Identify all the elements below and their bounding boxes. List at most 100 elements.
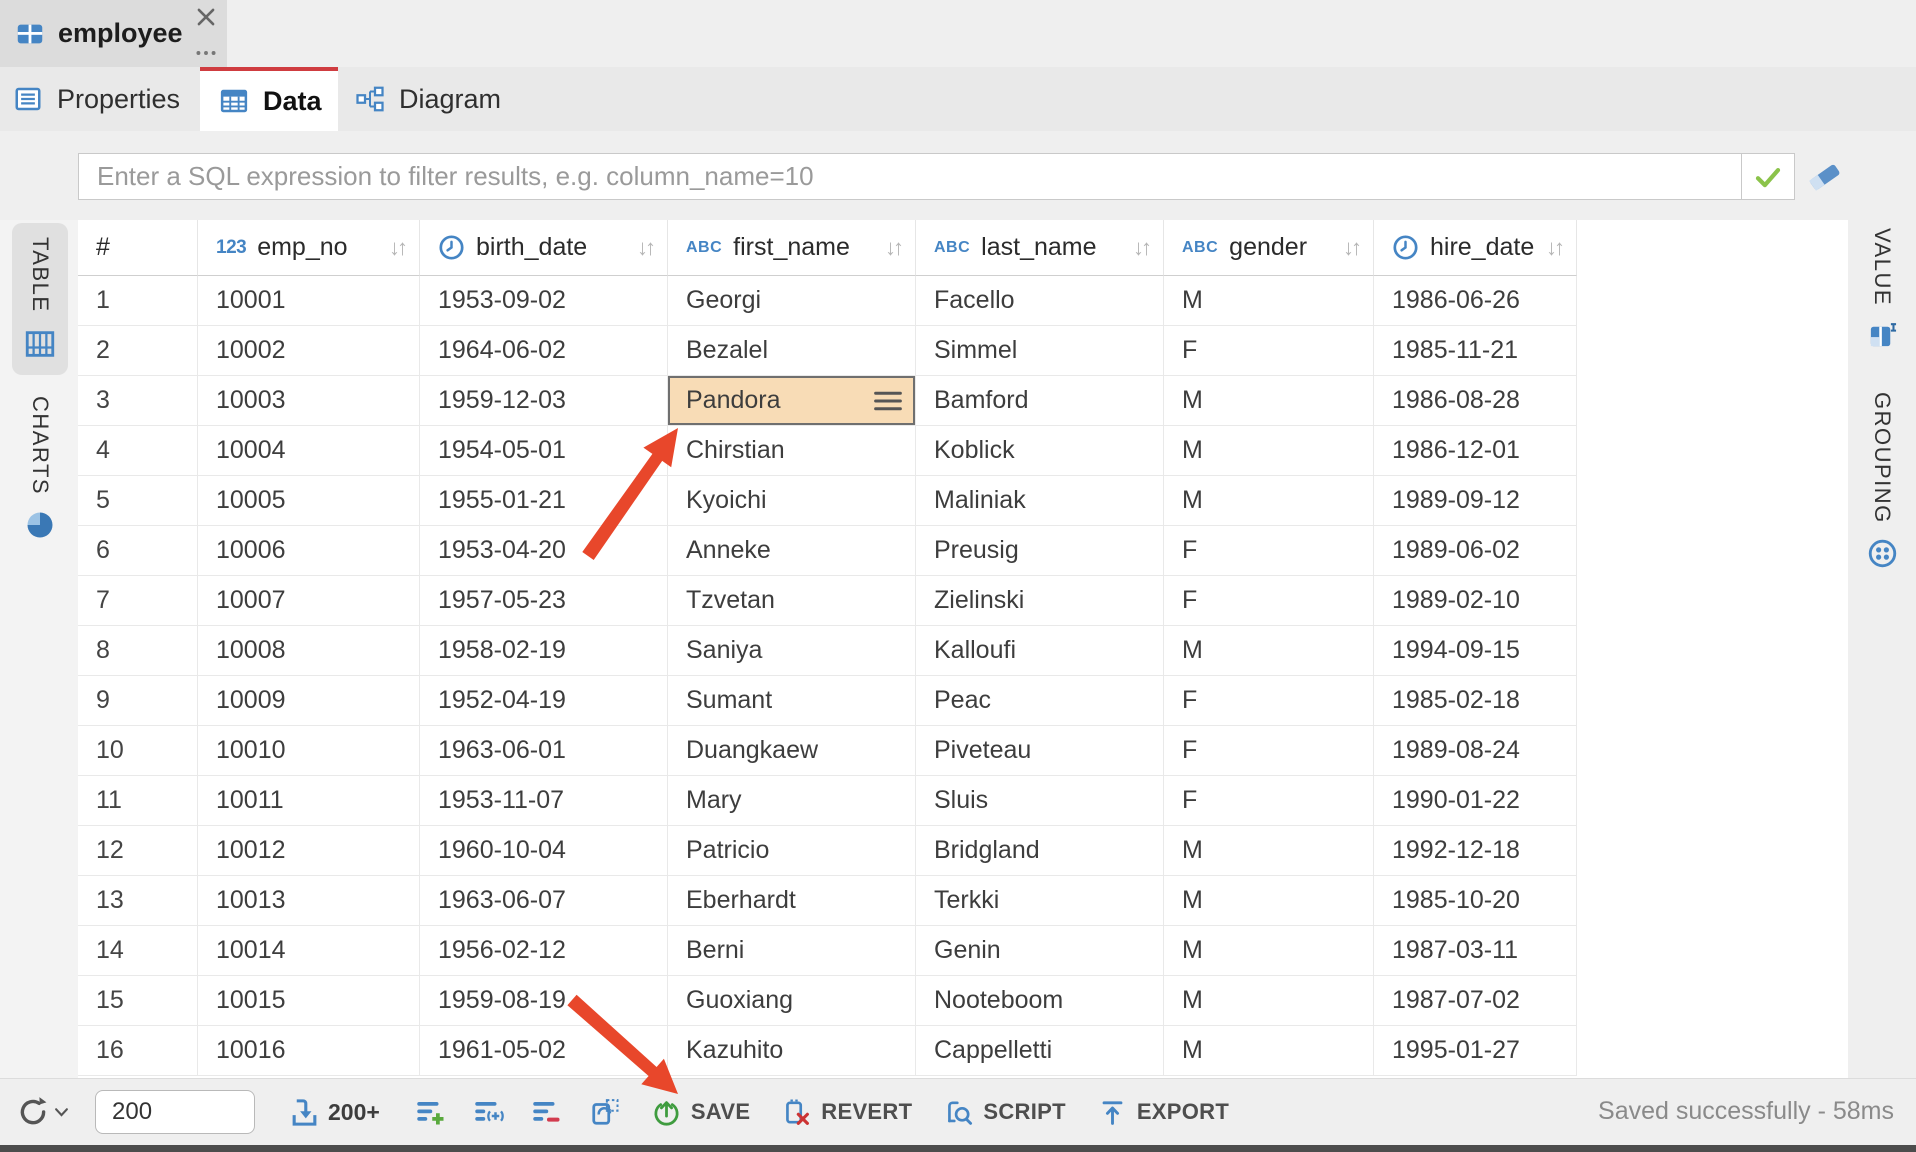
tab-diagram[interactable]: Diagram (338, 67, 520, 131)
table-cell-birth_date[interactable]: 1959-12-03 (420, 376, 668, 426)
column-header-first_name[interactable]: ABCfirst_name↓↑ (668, 220, 916, 276)
table-cell-last_name[interactable]: Koblick (916, 426, 1164, 476)
table-cell-first_name[interactable]: Eberhardt (668, 876, 916, 926)
table-cell-gender[interactable]: M (1164, 626, 1374, 676)
table-cell-first_name[interactable]: Saniya (668, 626, 916, 676)
rail-tab-value[interactable]: VALUE (1854, 228, 1910, 350)
refresh-button[interactable] (16, 1095, 69, 1129)
column-header-rownum[interactable]: # (78, 220, 198, 276)
row-number-cell[interactable]: 16 (78, 1026, 198, 1076)
table-cell-first_name[interactable]: Sumant (668, 676, 916, 726)
clear-filter-eraser-icon[interactable] (1806, 158, 1842, 194)
row-number-cell[interactable]: 7 (78, 576, 198, 626)
table-cell-birth_date[interactable]: 1953-04-20 (420, 526, 668, 576)
table-cell-birth_date[interactable]: 1953-11-07 (420, 776, 668, 826)
table-cell-last_name[interactable]: Genin (916, 926, 1164, 976)
table-cell-emp_no[interactable]: 10001 (198, 276, 420, 326)
table-cell-last_name[interactable]: Peac (916, 676, 1164, 726)
table-cell-hire_date[interactable]: 1987-07-02 (1374, 976, 1577, 1026)
table-cell-last_name[interactable]: Kalloufi (916, 626, 1164, 676)
table-cell-last_name[interactable]: Facello (916, 276, 1164, 326)
table-cell-gender[interactable]: F (1164, 326, 1374, 376)
table-cell-emp_no[interactable]: 10011 (198, 776, 420, 826)
table-cell-first_name[interactable]: Tzvetan (668, 576, 916, 626)
table-cell-hire_date[interactable]: 1989-08-24 (1374, 726, 1577, 776)
table-cell-birth_date[interactable]: 1958-02-19 (420, 626, 668, 676)
table-cell-first_name[interactable]: Kazuhito (668, 1026, 916, 1076)
table-cell-gender[interactable]: M (1164, 376, 1374, 426)
table-cell-gender[interactable]: F (1164, 726, 1374, 776)
row-number-cell[interactable]: 14 (78, 926, 198, 976)
table-cell-emp_no[interactable]: 10014 (198, 926, 420, 976)
table-cell-last_name[interactable]: Cappelletti (916, 1026, 1164, 1076)
row-number-cell[interactable]: 4 (78, 426, 198, 476)
row-number-cell[interactable]: 5 (78, 476, 198, 526)
export-button[interactable]: EXPORT (1098, 1098, 1229, 1127)
sql-filter-input[interactable] (79, 154, 1741, 199)
table-cell-emp_no[interactable]: 10002 (198, 326, 420, 376)
table-cell-gender[interactable]: F (1164, 776, 1374, 826)
table-cell-first_name[interactable]: Georgi (668, 276, 916, 326)
table-cell-birth_date[interactable]: 1957-05-23 (420, 576, 668, 626)
table-cell-emp_no[interactable]: 10005 (198, 476, 420, 526)
row-number-cell[interactable]: 15 (78, 976, 198, 1026)
fetch-next-page-button[interactable]: 200+ (289, 1097, 380, 1128)
table-cell-gender[interactable]: F (1164, 576, 1374, 626)
column-header-hire_date[interactable]: hire_date↓↑ (1374, 220, 1577, 276)
table-cell-emp_no[interactable]: 10003 (198, 376, 420, 426)
table-cell-birth_date[interactable]: 1964-06-02 (420, 326, 668, 376)
table-cell-first_name[interactable]: Berni (668, 926, 916, 976)
sort-arrows-icon[interactable]: ↓↑ (1343, 235, 1359, 261)
table-cell-hire_date[interactable]: 1987-03-11 (1374, 926, 1577, 976)
duplicate-row-button[interactable] (474, 1097, 504, 1127)
apply-filter-button[interactable] (1741, 154, 1794, 199)
table-cell-first_name[interactable]: Duangkaew (668, 726, 916, 776)
row-number-cell[interactable]: 6 (78, 526, 198, 576)
table-cell-gender[interactable]: M (1164, 276, 1374, 326)
rail-tab-grouping[interactable]: GROUPING (1854, 392, 1910, 569)
table-cell-first_name[interactable]: Patricio (668, 826, 916, 876)
table-cell-birth_date[interactable]: 1963-06-07 (420, 876, 668, 926)
table-cell-last_name[interactable]: Bridgland (916, 826, 1164, 876)
table-cell-gender[interactable]: M (1164, 476, 1374, 526)
table-cell-gender[interactable]: F (1164, 676, 1374, 726)
row-number-cell[interactable]: 13 (78, 876, 198, 926)
row-number-cell[interactable]: 12 (78, 826, 198, 876)
tab-data[interactable]: Data (200, 67, 338, 131)
table-cell-last_name[interactable]: Bamford (916, 376, 1164, 426)
table-cell-birth_date[interactable]: 1954-05-01 (420, 426, 668, 476)
table-cell-first_name[interactable]: Guoxiang (668, 976, 916, 1026)
sort-arrows-icon[interactable]: ↓↑ (885, 235, 901, 261)
table-cell-gender[interactable]: M (1164, 826, 1374, 876)
table-cell-first_name[interactable]: Kyoichi (668, 476, 916, 526)
row-number-cell[interactable]: 2 (78, 326, 198, 376)
table-cell-emp_no[interactable]: 10009 (198, 676, 420, 726)
sort-arrows-icon[interactable]: ↓↑ (389, 235, 405, 261)
table-cell-gender[interactable]: M (1164, 426, 1374, 476)
table-cell-last_name[interactable]: Piveteau (916, 726, 1164, 776)
refresh-row-button[interactable] (590, 1097, 620, 1127)
table-cell-birth_date[interactable]: 1955-01-21 (420, 476, 668, 526)
close-icon[interactable] (193, 4, 219, 30)
script-button[interactable]: SCRIPT (944, 1098, 1065, 1127)
rail-tab-charts[interactable]: CHARTS (12, 388, 68, 548)
table-cell-last_name[interactable]: Zielinski (916, 576, 1164, 626)
table-cell-hire_date[interactable]: 1985-02-18 (1374, 676, 1577, 726)
table-cell-first_name[interactable]: Bezalel (668, 326, 916, 376)
table-cell-emp_no[interactable]: 10015 (198, 976, 420, 1026)
table-cell-gender[interactable]: M (1164, 926, 1374, 976)
table-cell-hire_date[interactable]: 1985-10-20 (1374, 876, 1577, 926)
table-cell-birth_date[interactable]: 1952-04-19 (420, 676, 668, 726)
table-cell-emp_no[interactable]: 10013 (198, 876, 420, 926)
table-cell-hire_date[interactable]: 1986-08-28 (1374, 376, 1577, 426)
revert-button[interactable]: REVERT (782, 1098, 912, 1127)
table-cell-first_name[interactable]: Chirstian (668, 426, 916, 476)
row-number-cell[interactable]: 1 (78, 276, 198, 326)
table-cell-last_name[interactable]: Simmel (916, 326, 1164, 376)
table-cell-gender[interactable]: M (1164, 1026, 1374, 1076)
table-cell-hire_date[interactable]: 1990-01-22 (1374, 776, 1577, 826)
table-cell-emp_no[interactable]: 10010 (198, 726, 420, 776)
sort-arrows-icon[interactable]: ↓↑ (1546, 235, 1562, 261)
table-cell-emp_no[interactable]: 10004 (198, 426, 420, 476)
edited-cell[interactable]: Pandora (668, 376, 916, 426)
